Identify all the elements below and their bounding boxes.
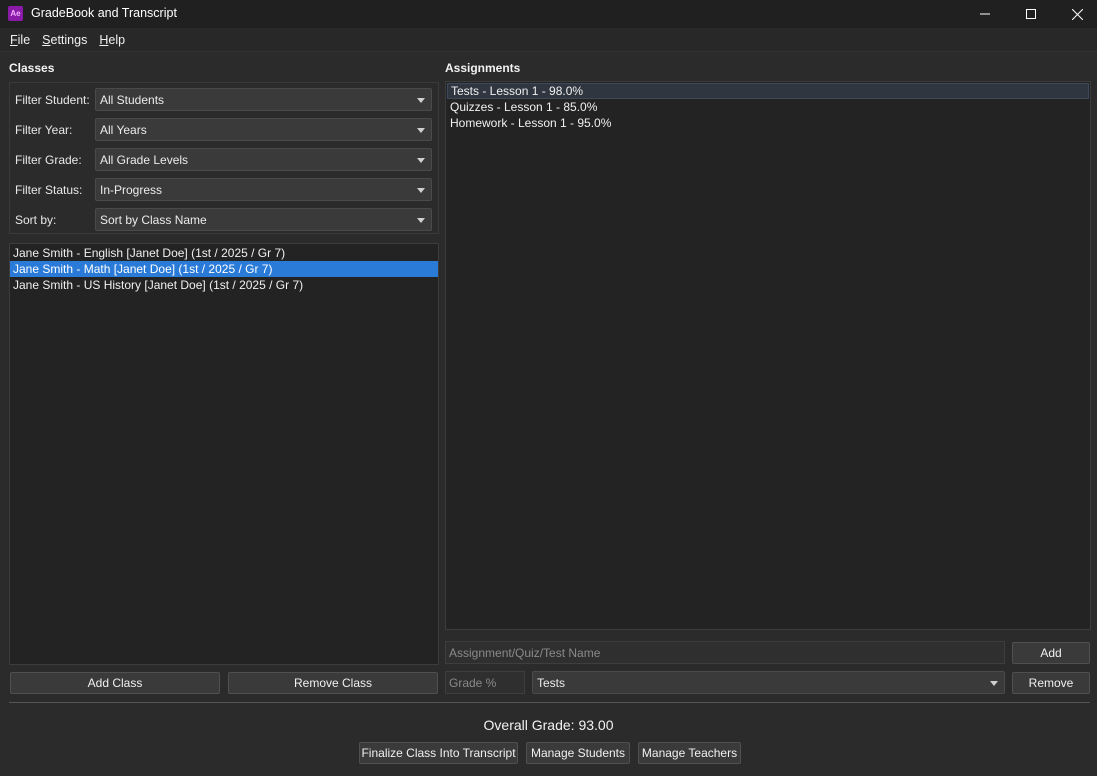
close-icon	[1071, 8, 1083, 20]
filter-student-label: Filter Student:	[15, 93, 90, 107]
filter-student-combo[interactable]: All Students	[95, 88, 432, 111]
classes-heading: Classes	[9, 61, 55, 75]
divider	[9, 702, 1090, 703]
filter-year-row: Filter Year:	[15, 118, 99, 142]
menu-file[interactable]: File	[4, 33, 36, 47]
filter-year-combo[interactable]: All Years	[95, 118, 432, 141]
sort-label: Sort by:	[15, 213, 57, 227]
filter-status-combo[interactable]: In-Progress	[95, 178, 432, 201]
assignment-list-item-current[interactable]: Tests - Lesson 1 - 98.0%	[447, 83, 1089, 99]
maximize-icon	[1026, 9, 1036, 19]
maximize-button[interactable]	[1008, 0, 1054, 28]
add-class-button[interactable]: Add Class	[10, 672, 220, 694]
grade-percent-input[interactable]: Grade %	[445, 671, 525, 694]
assignment-name-input[interactable]: Assignment/Quiz/Test Name	[445, 641, 1005, 664]
sort-combo[interactable]: Sort by Class Name	[95, 208, 432, 231]
assignment-list-item[interactable]: Homework - Lesson 1 - 95.0%	[447, 115, 1089, 131]
minimize-button[interactable]	[962, 0, 1008, 28]
classes-list[interactable]: Jane Smith - English [Janet Doe] (1st / …	[9, 243, 439, 665]
overall-grade: Overall Grade: 93.00	[483, 717, 614, 733]
menu-help-label: elp	[108, 32, 126, 47]
grade-percent-placeholder: Grade %	[449, 675, 497, 690]
class-list-item[interactable]: Jane Smith - English [Janet Doe] (1st / …	[10, 245, 438, 261]
minimize-icon	[980, 13, 990, 15]
filter-student-row: Filter Student:	[15, 88, 99, 112]
filter-grade-value: All Grade Levels	[100, 152, 189, 167]
assignment-category-combo[interactable]: Tests	[532, 671, 1005, 694]
filter-student-value: All Students	[100, 92, 165, 107]
menu-bar: File Settings Help	[0, 28, 1097, 52]
chevron-down-icon	[417, 98, 425, 103]
menu-file-label: ile	[17, 32, 31, 47]
remove-assignment-button[interactable]: Remove	[1012, 672, 1090, 694]
chevron-down-icon	[417, 158, 425, 163]
filter-year-value: All Years	[100, 122, 147, 137]
filter-grade-row: Filter Grade:	[15, 148, 99, 172]
add-assignment-button[interactable]: Add	[1012, 642, 1090, 664]
chevron-down-icon	[417, 188, 425, 193]
manage-teachers-button[interactable]: Manage Teachers	[638, 742, 741, 764]
chevron-down-icon	[417, 218, 425, 223]
sort-value: Sort by Class Name	[100, 212, 207, 227]
filter-year-label: Filter Year:	[15, 123, 73, 137]
menu-settings-mnemonic: S	[42, 32, 51, 47]
title-bar: Ae GradeBook and Transcript	[0, 0, 1097, 28]
filter-grade-label: Filter Grade:	[15, 153, 82, 167]
filter-status-label: Filter Status:	[15, 183, 83, 197]
chevron-down-icon	[990, 681, 998, 686]
menu-settings[interactable]: Settings	[36, 33, 93, 47]
window-title: GradeBook and Transcript	[31, 6, 177, 20]
assignment-category-value: Tests	[537, 675, 566, 690]
assignment-list-item[interactable]: Quizzes - Lesson 1 - 85.0%	[447, 99, 1089, 115]
filter-group: Filter Student: All Students Filter Year…	[9, 82, 439, 234]
finalize-class-button[interactable]: Finalize Class Into Transcript	[359, 742, 518, 764]
class-list-item[interactable]: Jane Smith - US History [Janet Doe] (1st…	[10, 277, 438, 293]
chevron-down-icon	[417, 128, 425, 133]
app-icon: Ae	[8, 6, 23, 21]
menu-settings-label: ettings	[50, 32, 88, 47]
filter-status-value: In-Progress	[100, 182, 163, 197]
menu-file-mnemonic: F	[10, 32, 18, 47]
close-button[interactable]	[1054, 0, 1097, 28]
assignments-list[interactable]: Tests - Lesson 1 - 98.0% Quizzes - Lesso…	[445, 81, 1091, 630]
filter-grade-combo[interactable]: All Grade Levels	[95, 148, 432, 171]
remove-class-button[interactable]: Remove Class	[228, 672, 438, 694]
assignments-heading: Assignments	[445, 61, 521, 75]
filter-status-row: Filter Status:	[15, 178, 99, 202]
class-list-item-selected[interactable]: Jane Smith - Math [Janet Doe] (1st / 202…	[10, 261, 438, 277]
sort-row: Sort by:	[15, 208, 99, 232]
assignment-name-placeholder: Assignment/Quiz/Test Name	[449, 645, 601, 660]
manage-students-button[interactable]: Manage Students	[526, 742, 630, 764]
menu-help[interactable]: Help	[93, 33, 131, 47]
